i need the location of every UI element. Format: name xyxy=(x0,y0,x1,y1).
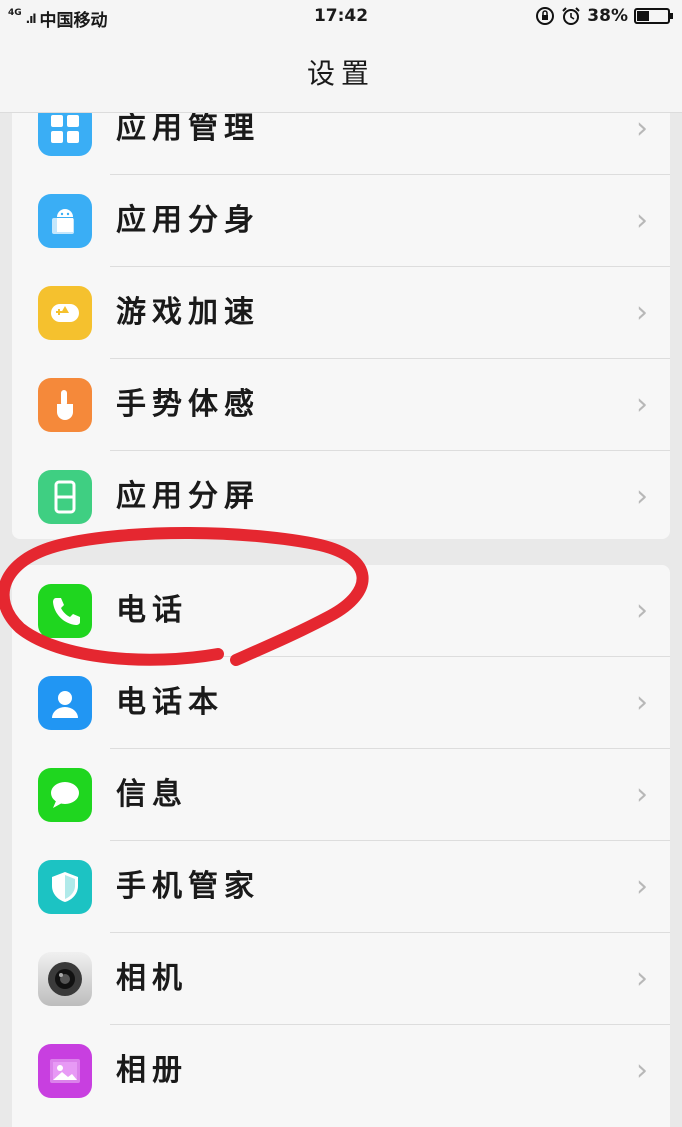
chevron-right-icon: › xyxy=(636,777,648,812)
settings-group-system-apps: 电话 › 电话本 › 信息 › 手机管家 › 相机 › 相册 › xyxy=(12,565,670,1127)
chevron-right-icon: › xyxy=(636,593,648,628)
chevron-right-icon: › xyxy=(636,479,648,514)
shield-icon xyxy=(38,860,92,914)
chevron-right-icon: › xyxy=(636,203,648,238)
chevron-right-icon: › xyxy=(636,295,648,330)
battery-fill xyxy=(637,11,650,21)
chevron-right-icon: › xyxy=(636,387,648,422)
chevron-right-icon: › xyxy=(636,113,648,146)
settings-item-label: 电话本 xyxy=(116,685,224,720)
settings-item-label: 应用分身 xyxy=(116,203,260,238)
settings-item-android-clone[interactable]: 应用分身 › xyxy=(12,175,670,267)
settings-item-gesture-hand[interactable]: 手势体感 › xyxy=(12,359,670,451)
chevron-right-icon: › xyxy=(636,961,648,996)
settings-list[interactable]: 应用管理 › 应用分身 › 游戏加速 › 手势体感 › 应用分屏 › 电话 › 电话本 › 信息 › 手机管家… xyxy=(0,113,682,1127)
settings-item-label: 手势体感 xyxy=(116,387,260,422)
settings-item-label: 相册 xyxy=(116,1053,188,1088)
settings-item-contacts[interactable]: 电话本 › xyxy=(12,657,670,749)
contacts-icon xyxy=(38,676,92,730)
settings-item-label: 手机管家 xyxy=(116,869,260,904)
chevron-right-icon: › xyxy=(636,869,648,904)
settings-item-gallery[interactable]: 相册 › xyxy=(12,1025,670,1117)
settings-item-apps-grid[interactable]: 应用管理 › xyxy=(12,113,670,175)
rotation-lock-icon xyxy=(536,7,555,25)
message-icon xyxy=(38,768,92,822)
gallery-icon xyxy=(38,1044,92,1098)
apps-grid-icon xyxy=(38,113,92,156)
settings-item-phone[interactable]: 电话 › xyxy=(12,565,670,657)
settings-item-label: 电话 xyxy=(116,593,188,628)
settings-item-shield[interactable]: 手机管家 › xyxy=(12,841,670,933)
settings-item-label: 相机 xyxy=(116,961,188,996)
settings-item-message[interactable]: 信息 › xyxy=(12,749,670,841)
settings-item-split-screen[interactable]: 应用分屏 › xyxy=(12,451,670,539)
alarm-icon xyxy=(562,7,581,25)
battery-percentage: 38% xyxy=(587,6,628,26)
phone-icon xyxy=(38,584,92,638)
status-bar: 4G .ıl 中国移动 17:42 38% xyxy=(0,0,682,36)
split-screen-icon xyxy=(38,470,92,524)
page-title: 设置 xyxy=(0,36,682,113)
game-rocket-icon xyxy=(38,286,92,340)
settings-group-apps: 应用管理 › 应用分身 › 游戏加速 › 手势体感 › 应用分屏 › xyxy=(12,113,670,539)
camera-icon xyxy=(38,952,92,1006)
settings-item-camera[interactable]: 相机 › xyxy=(12,933,670,1025)
settings-item-label: 应用分屏 xyxy=(116,479,260,514)
chevron-right-icon: › xyxy=(636,1053,648,1088)
settings-item-label: 信息 xyxy=(116,777,188,812)
settings-item-game-rocket[interactable]: 游戏加速 › xyxy=(12,267,670,359)
gesture-hand-icon xyxy=(38,378,92,432)
settings-item-label: 应用管理 xyxy=(116,113,260,146)
status-right: 38% xyxy=(535,6,673,26)
settings-item-label: 游戏加速 xyxy=(116,295,260,330)
android-clone-icon xyxy=(38,194,92,248)
battery-icon xyxy=(634,8,673,24)
chevron-right-icon: › xyxy=(636,685,648,720)
